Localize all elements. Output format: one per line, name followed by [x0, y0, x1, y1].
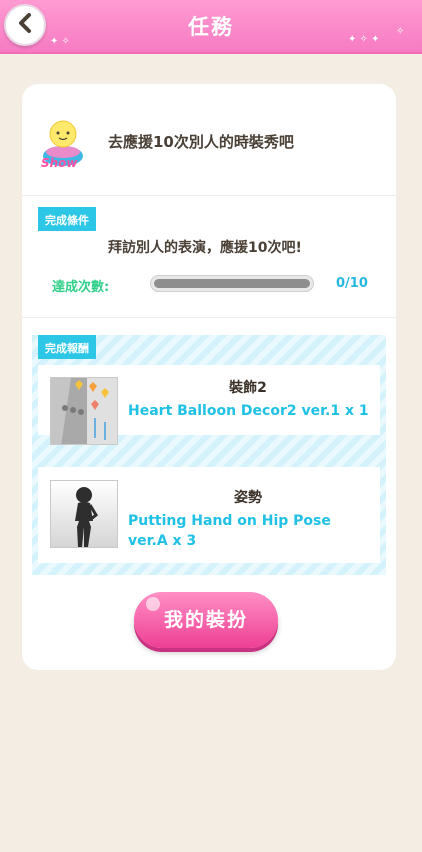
reward-category: 姿勢: [234, 490, 262, 506]
reward-item[interactable]: 裝飾2 Heart Balloon Decor2 ver.1 x 1: [38, 365, 380, 445]
star-decoration-icon: ✧: [396, 26, 405, 37]
count-value: 0/10: [336, 276, 368, 291]
quest-card: Show 去應援10次別人的時裝秀吧 完成條件 拜訪別人的表演，應援10次吧! …: [22, 84, 396, 670]
count-label: 達成次數:: [52, 280, 110, 295]
show-label: Show: [41, 156, 78, 170]
reward-name: Heart Balloon Decor2 ver.1 x 1: [128, 403, 369, 419]
reward-category: 裝飾2: [229, 380, 267, 396]
my-outfit-label: 我的裝扮: [163, 609, 248, 631]
top-bar: 任務 ✦ ✧ ✦ ✧ ✦ ✧: [0, 0, 422, 54]
quest-title: 去應援10次別人的時裝秀吧: [108, 133, 294, 151]
quest-header: Show 去應援10次別人的時裝秀吧: [22, 84, 396, 196]
reward-item[interactable]: 姿勢 Putting Hand on Hip Pose ver.A x 3: [38, 467, 380, 563]
star-decoration-icon: ✦ ✧: [50, 36, 70, 47]
star-decoration-icon: ✦ ✧ ✦: [348, 34, 380, 45]
button-shine: [146, 597, 160, 611]
rewards-tag: 完成報酬: [38, 335, 96, 359]
progress-bar: [150, 275, 314, 292]
reward-name: Putting Hand on Hip Pose ver.A x 3: [128, 513, 331, 549]
pose-thumbnail: [50, 480, 118, 548]
condition-text: 拜訪別人的表演，應援10次吧!: [108, 240, 302, 256]
completion-condition: 完成條件 拜訪別人的表演，應援10次吧! 達成次數: 0/10: [22, 196, 396, 318]
rewards-section: 完成報酬 裝飾2 Heart Balloon Decor2 ver.1 x 1 …: [32, 335, 386, 575]
my-outfit-button[interactable]: 我的裝扮: [134, 592, 278, 648]
progress-fill: [154, 279, 310, 288]
balloon-decor-thumbnail: [50, 377, 118, 445]
show-icon: Show: [39, 116, 87, 172]
condition-tag: 完成條件: [38, 207, 96, 231]
